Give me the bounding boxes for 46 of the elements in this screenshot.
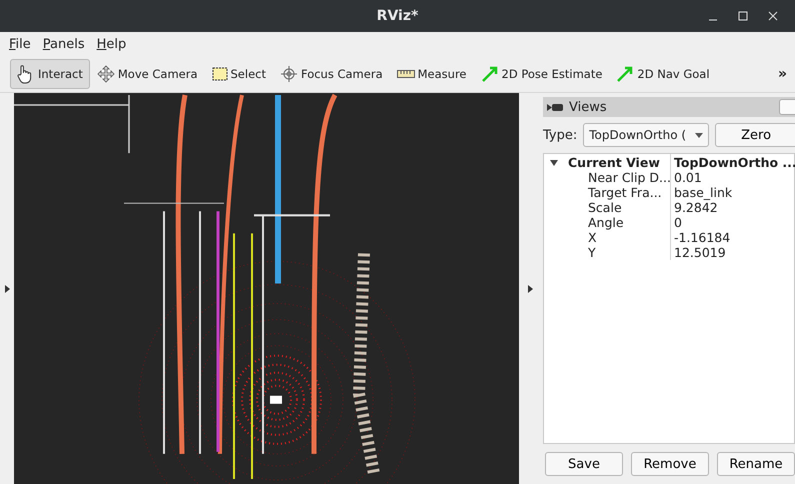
property-value[interactable]: base_link <box>671 185 795 200</box>
panel-action-button[interactable]: Rename <box>717 452 795 476</box>
ruler-icon <box>396 70 415 78</box>
type-dropdown[interactable]: TopDownOrtho ( <box>583 123 710 147</box>
window-title: RViz* <box>376 8 418 24</box>
tool-button[interactable]: 2D Nav Goal <box>611 59 717 89</box>
arrow-icon <box>480 65 498 83</box>
property-value[interactable]: 12.5019 <box>671 245 795 260</box>
camera-icon <box>547 102 563 112</box>
panel-title: Views <box>569 100 607 114</box>
property-name[interactable]: Near Clip D... <box>544 170 670 185</box>
property-name[interactable]: Target Fra... <box>544 185 670 200</box>
tool-button[interactable]: Select <box>206 59 273 89</box>
tool-button[interactable]: Interact <box>10 59 90 89</box>
type-label: Type: <box>543 128 578 142</box>
property-name[interactable]: Y <box>544 245 670 260</box>
property-name[interactable]: Current View <box>564 155 660 170</box>
arrow-icon <box>616 65 634 83</box>
caret-icon <box>695 132 704 138</box>
expand-arrow-icon[interactable] <box>528 284 532 292</box>
selection-box-icon <box>212 67 228 81</box>
property-name[interactable]: X <box>544 230 670 245</box>
panel-action-button[interactable]: Save <box>545 452 623 476</box>
tool-button[interactable]: Measure <box>392 59 474 89</box>
property-name[interactable]: Angle <box>544 215 670 230</box>
tool-button[interactable]: 2D Pose Estimate <box>476 59 610 89</box>
property-value[interactable]: 9.2842 <box>671 200 795 215</box>
menu-item[interactable]: Help <box>96 36 126 52</box>
expand-arrow-icon[interactable] <box>4 284 10 292</box>
close-icon[interactable] <box>768 11 778 21</box>
move-arrows-icon <box>96 65 115 83</box>
property-value[interactable]: 0 <box>671 215 795 230</box>
zero-button[interactable]: Zero <box>715 123 795 147</box>
property-value[interactable]: 0.01 <box>671 170 795 185</box>
property-value: TopDownOrtho ... <box>673 155 795 170</box>
tool-button[interactable]: Move Camera <box>92 59 204 89</box>
tool-button[interactable]: Focus Camera <box>274 59 390 89</box>
maximize-icon[interactable] <box>738 11 748 21</box>
crosshair-icon <box>280 65 298 83</box>
property-name[interactable]: Scale <box>544 200 670 215</box>
menu-item[interactable]: Panels <box>42 36 85 52</box>
property-value[interactable]: -1.16184 <box>671 230 795 245</box>
menu-item[interactable]: File <box>9 36 31 52</box>
panel-action-button[interactable]: Remove <box>631 452 709 476</box>
toolbar-overflow-button[interactable]: » <box>778 66 791 82</box>
expander-icon[interactable] <box>550 158 558 166</box>
